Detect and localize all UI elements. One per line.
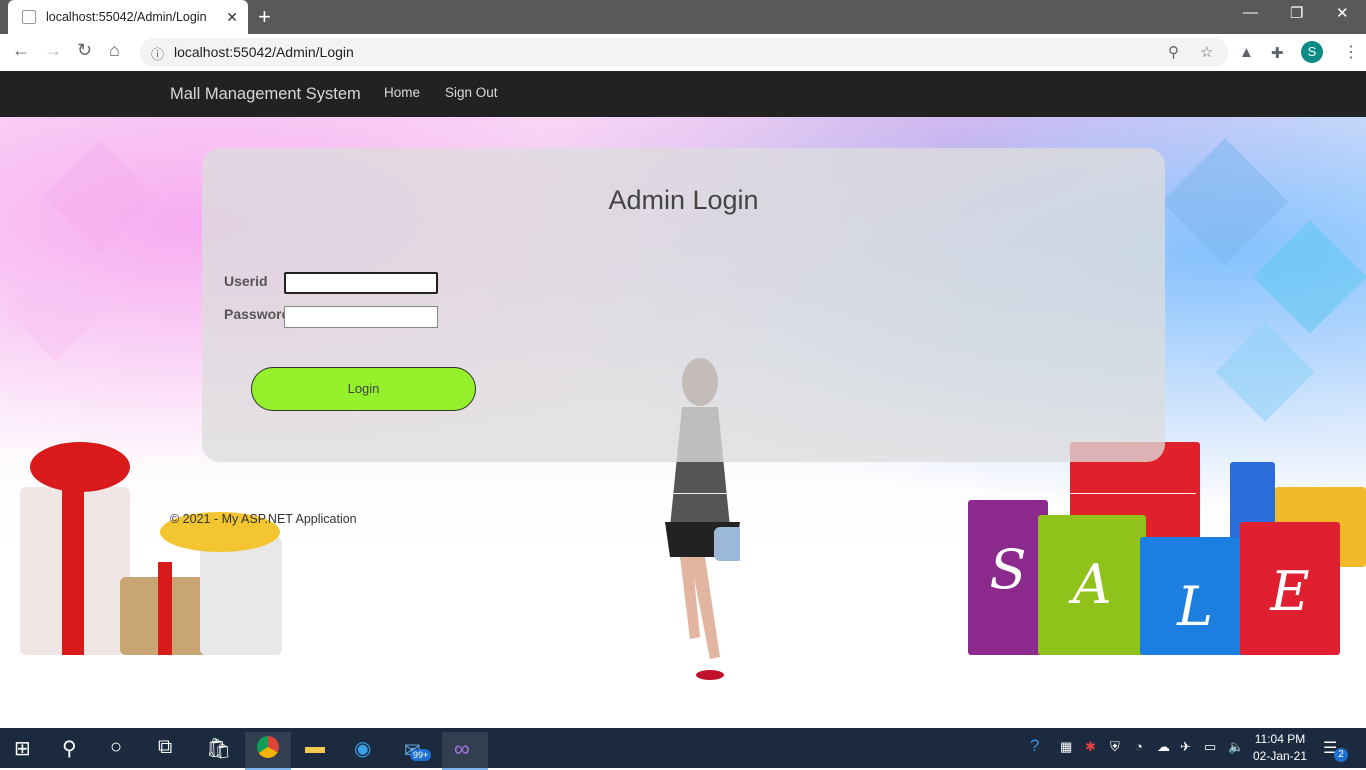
clock-date: 02-Jan-21 <box>1252 749 1308 763</box>
drive-extension-icon[interactable]: ▲ <box>1239 44 1254 61</box>
clock-time: 11:04 PM <box>1254 732 1306 746</box>
task-view-icon[interactable]: ⧉ <box>158 736 172 759</box>
footer-copyright: © 2021 - My ASP.NET Application <box>170 512 357 526</box>
close-tab-icon[interactable]: ✕ <box>226 9 238 26</box>
search-icon[interactable]: ⚲ <box>62 736 77 761</box>
taskbar-visual-studio[interactable]: ∞ <box>442 732 488 770</box>
home-icon[interactable]: ⌂ <box>109 40 120 61</box>
bg-diamond <box>43 140 157 254</box>
password-label: Password <box>224 306 291 322</box>
shopping-bag-a: A <box>1038 515 1146 655</box>
address-url[interactable]: localhost:55042/Admin/Login <box>174 44 354 60</box>
app-tray-icon[interactable]: ✈ <box>1180 739 1191 755</box>
address-bar[interactable]: ⓘ localhost:55042/Admin/Login ⚲ ☆ <box>140 38 1228 67</box>
bg-diamond <box>5 262 105 362</box>
bg-diamond <box>1215 322 1315 422</box>
nav-home-link[interactable]: Home <box>384 85 420 100</box>
password-input[interactable] <box>284 306 438 328</box>
cortana-icon[interactable]: ○ <box>110 736 122 759</box>
wifi-icon[interactable]: ◔ <box>1135 739 1143 754</box>
gift-box-image <box>200 537 282 655</box>
close-window-icon[interactable]: ✕ <box>1336 4 1349 22</box>
page-favicon-icon <box>22 10 36 24</box>
taskbar-chrome[interactable] <box>245 732 291 770</box>
database-icon[interactable]: ▦ <box>1060 739 1072 755</box>
bg-diamond <box>1253 220 1366 334</box>
extensions-puzzle-icon[interactable]: ✚ <box>1271 44 1284 62</box>
site-info-icon[interactable]: ⓘ <box>151 44 164 63</box>
notification-count-badge: 2 <box>1334 748 1348 762</box>
site-navbar: Mall Management System Home Sign Out <box>0 71 1366 117</box>
chrome-icon <box>257 736 279 758</box>
userid-input[interactable] <box>284 272 438 294</box>
forward-icon[interactable]: → <box>44 40 62 61</box>
shopping-bag-l: L <box>1140 537 1250 655</box>
file-explorer-icon[interactable]: ▬ <box>305 736 325 759</box>
shopping-bag-s: S <box>968 500 1048 655</box>
minimize-icon[interactable]: — <box>1243 4 1258 21</box>
login-card: Admin Login Userid Password Login <box>202 148 1165 462</box>
new-tab-icon[interactable]: + <box>258 4 271 30</box>
store-icon[interactable]: 🛍 <box>206 736 231 761</box>
taskbar-mail[interactable]: ✉ 99+ <box>398 732 444 768</box>
system-clock[interactable]: 11:04 PM 02-Jan-21 <box>1252 731 1308 765</box>
edge-icon[interactable]: ◉ <box>354 736 371 761</box>
volume-icon[interactable]: 🔈 <box>1228 739 1244 755</box>
ribbon-image <box>62 487 84 655</box>
browser-toolbar: ← → ↻ ⌂ ⓘ localhost:55042/Admin/Login ⚲ … <box>0 34 1366 72</box>
battery-icon[interactable]: ▭ <box>1204 739 1216 755</box>
userid-label: Userid <box>224 273 268 289</box>
page-title: Admin Login <box>608 185 759 215</box>
shopping-bag-e: E <box>1240 522 1340 655</box>
visual-studio-icon: ∞ <box>454 736 470 761</box>
login-button[interactable]: Login <box>251 367 476 411</box>
onedrive-cloud-icon[interactable]: ☁ <box>1157 739 1170 755</box>
windows-taskbar: ⊞ ⚲ ○ ⧉ 🛍 ▬ ◉ ✉ 99+ ∞ ? ▦ ✱ ⛨ ◔ ☁ ✈ ▭ 🔈 … <box>0 728 1366 770</box>
browser-tab[interactable]: localhost:55042/Admin/Login ✕ <box>8 0 248 34</box>
security-shield-icon[interactable]: ⛨ <box>1110 739 1120 755</box>
bookmark-star-icon[interactable]: ☆ <box>1200 43 1213 61</box>
gift-bow-image <box>30 442 130 492</box>
browser-menu-icon[interactable]: ⋮ <box>1343 42 1359 62</box>
web-page: Mall Management System Home Sign Out S A… <box>0 71 1366 728</box>
profile-avatar[interactable]: S <box>1301 41 1323 63</box>
zoom-icon[interactable]: ⚲ <box>1168 43 1179 61</box>
tab-title: localhost:55042/Admin/Login <box>46 10 207 24</box>
nav-sign-out-link[interactable]: Sign Out <box>445 85 498 100</box>
reload-icon[interactable]: ↻ <box>77 40 92 61</box>
start-windows-icon[interactable]: ⊞ <box>14 736 31 761</box>
back-icon[interactable]: ← <box>12 40 30 61</box>
help-icon[interactable]: ? <box>1030 736 1039 756</box>
site-brand-link[interactable]: Mall Management System <box>170 85 361 104</box>
footer-divider <box>170 493 1196 494</box>
mail-badge: 99+ <box>410 749 432 761</box>
network-tray-icon[interactable]: ✱ <box>1085 739 1096 755</box>
restore-icon[interactable]: ❐ <box>1290 4 1303 22</box>
browser-tab-strip: localhost:55042/Admin/Login ✕ + — ❐ ✕ <box>0 0 1366 34</box>
ribbon-image <box>158 562 172 655</box>
bg-diamond <box>1161 138 1289 266</box>
